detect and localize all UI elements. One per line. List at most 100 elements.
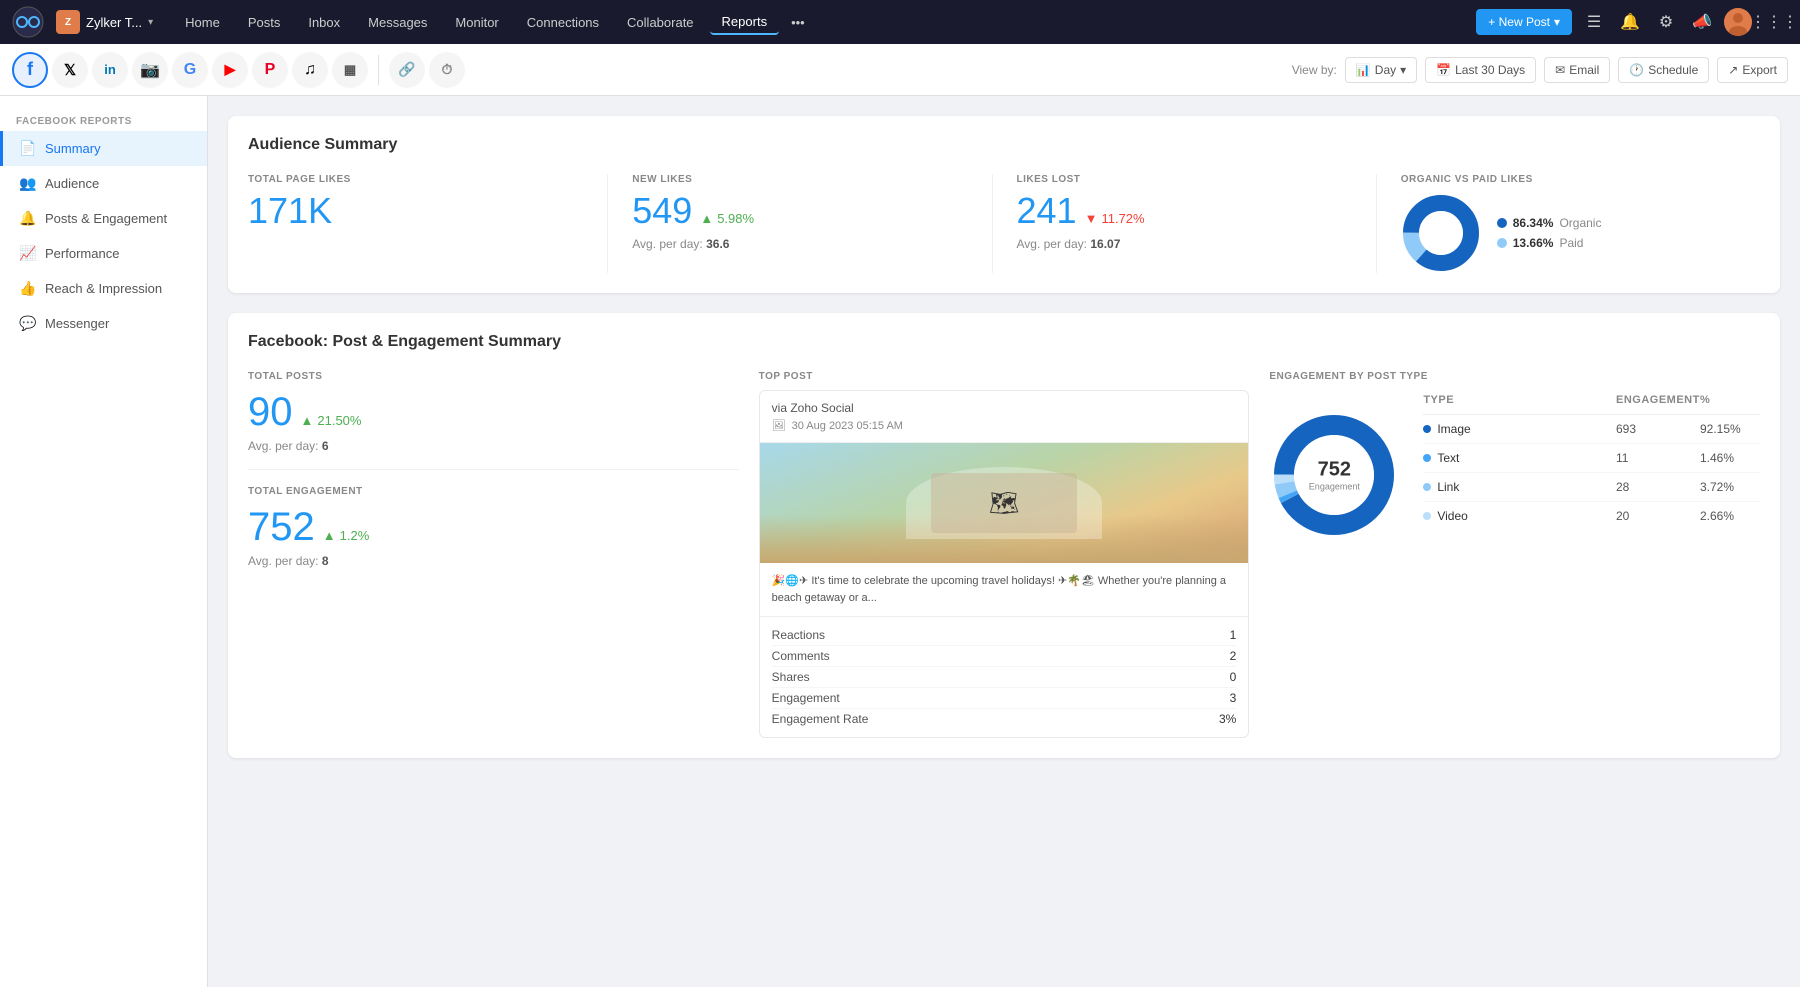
total-posts-value: 90 [248, 390, 293, 435]
buffer-icon[interactable]: ▦ [332, 52, 368, 88]
sidebar-section-label: FACEBOOK REPORTS [0, 108, 207, 131]
organic-paid-donut [1401, 193, 1481, 273]
settings-icon[interactable]: ⚙ [1652, 8, 1680, 36]
tiktok-icon[interactable]: ♫ [292, 52, 328, 88]
top-post-card[interactable]: via Zoho Social 🖼 30 Aug 2023 05:15 AM [759, 390, 1250, 738]
total-posts-label: TOTAL POSTS [248, 371, 739, 382]
total-posts-change: ▲ 21.50% [301, 413, 362, 428]
total-page-likes-metric: TOTAL PAGE LIKES 171K [248, 174, 608, 273]
type-row-video: Video 20 2.66% [1423, 502, 1760, 530]
organic-legend-item: 86.34% Organic [1497, 216, 1602, 230]
youtube-icon[interactable]: ▶ [212, 52, 248, 88]
sidebar-item-performance[interactable]: 📈 Performance [0, 236, 207, 271]
text-type-dot [1423, 454, 1431, 462]
reactions-value: 1 [1230, 628, 1237, 642]
total-posts-stat: TOTAL POSTS 90 ▲ 21.50% Avg. per day: 6 [248, 371, 739, 470]
main-content: Audience Summary TOTAL PAGE LIKES 171K N… [208, 96, 1800, 987]
calendar-icon: 📅 [1436, 63, 1451, 77]
post-engagement-grid: TOTAL POSTS 90 ▲ 21.50% Avg. per day: 6 [248, 371, 1760, 738]
export-button[interactable]: ↗ Export [1717, 57, 1788, 83]
main-layout: FACEBOOK REPORTS 📄 Summary 👥 Audience 🔔 … [0, 96, 1800, 987]
reactions-label: Reactions [772, 628, 825, 642]
nav-inbox[interactable]: Inbox [296, 11, 352, 34]
engagement-type-label: ENGAGEMENT BY POST TYPE [1269, 371, 1760, 382]
paid-dot [1497, 238, 1507, 248]
nav-messages[interactable]: Messages [356, 11, 439, 34]
nav-more-button[interactable]: ••• [783, 11, 813, 34]
audience-summary-card: Audience Summary TOTAL PAGE LIKES 171K N… [228, 116, 1780, 293]
audience-summary-title: Audience Summary [248, 136, 1760, 154]
document-icon: 📄 [19, 140, 37, 157]
engagement-type-column: ENGAGEMENT BY POST TYPE [1269, 371, 1760, 738]
organic-dot [1497, 218, 1507, 228]
top-post-header: via Zoho Social 🖼 30 Aug 2023 05:15 AM [760, 391, 1249, 443]
engagement-rate-label: Engagement Rate [772, 712, 869, 726]
notifications-icon[interactable]: 🔔 [1616, 8, 1644, 36]
grid-apps-icon[interactable]: ⋮⋮⋮ [1760, 8, 1788, 36]
nav-home[interactable]: Home [173, 11, 232, 34]
up-arrow-icon2: ▲ [323, 528, 336, 543]
google-icon[interactable]: G [172, 52, 208, 88]
sidebar-item-audience[interactable]: 👥 Audience [0, 166, 207, 201]
likes-lost-metric: LIKES LOST 241 ▼ 11.72% Avg. per day: 16… [993, 174, 1377, 273]
email-button[interactable]: ✉ Email [1544, 57, 1610, 83]
shares-row: Shares 0 [772, 667, 1237, 688]
sidebar-item-reach-impression[interactable]: 👍 Reach & Impression [0, 271, 207, 306]
divider [378, 55, 379, 85]
nav-collaborate[interactable]: Collaborate [615, 11, 706, 34]
linkedin-icon[interactable]: in [92, 52, 128, 88]
sidebar-item-messenger[interactable]: 💬 Messenger [0, 306, 207, 341]
sidebar-item-posts-engagement[interactable]: 🔔 Posts & Engagement [0, 201, 207, 236]
video-type-dot [1423, 512, 1431, 520]
nav-monitor[interactable]: Monitor [443, 11, 510, 34]
image-type-dot [1423, 425, 1431, 433]
export-icon: ↗ [1728, 63, 1738, 77]
nav-posts[interactable]: Posts [236, 11, 293, 34]
schedule-button[interactable]: 🕐 Schedule [1618, 57, 1709, 83]
facebook-icon[interactable]: f [12, 52, 48, 88]
pinterest-icon[interactable]: P [252, 52, 288, 88]
twitter-icon[interactable]: 𝕏 [52, 52, 88, 88]
engagement-rate-value: 3% [1219, 712, 1236, 726]
total-page-likes-label: TOTAL PAGE LIKES [248, 174, 583, 185]
nav-connections[interactable]: Connections [515, 11, 611, 34]
likes-lost-label: LIKES LOST [1017, 174, 1352, 185]
chart-line-icon: 📈 [19, 245, 37, 262]
engagement-rate-row: Engagement Rate 3% [772, 709, 1237, 729]
engagement-stats-list: Reactions 1 Comments 2 Shares 0 [760, 617, 1249, 737]
avatar[interactable] [1724, 8, 1752, 36]
link-type-dot [1423, 483, 1431, 491]
new-likes-change: ▲ 5.98% [700, 211, 754, 226]
post-engagement-title: Facebook: Post & Engagement Summary [248, 333, 1760, 351]
donut-center: 752 Engagement [1309, 459, 1360, 492]
new-post-button[interactable]: + New Post ▾ [1476, 9, 1572, 35]
type-row-image: Image 693 92.15% [1423, 415, 1760, 444]
timer-icon[interactable]: ⏱ [429, 52, 465, 88]
date-range-button[interactable]: 📅 Last 30 Days [1425, 57, 1536, 83]
image-icon: 🖼 [772, 419, 786, 432]
comments-row: Comments 2 [772, 646, 1237, 667]
top-post-section-label: TOP POST [759, 371, 1250, 382]
email-icon: ✉ [1555, 63, 1565, 77]
new-likes-label: NEW LIKES [632, 174, 967, 185]
app-logo[interactable] [12, 6, 44, 38]
instagram-icon[interactable]: 📷 [132, 52, 168, 88]
sidebar: FACEBOOK REPORTS 📄 Summary 👥 Audience 🔔 … [0, 96, 208, 987]
day-view-button[interactable]: 📊 Day ▾ [1345, 57, 1417, 83]
sidebar-item-summary[interactable]: 📄 Summary [0, 131, 207, 166]
menu-icon[interactable]: ☰ [1580, 8, 1608, 36]
post-engagement-card: Facebook: Post & Engagement Summary TOTA… [228, 313, 1780, 758]
engagement-type-section: 752 Engagement TYPE ENGAGEMENT % [1269, 390, 1760, 540]
engagement-value: 3 [1230, 691, 1237, 705]
megaphone-icon[interactable]: 📣 [1688, 8, 1716, 36]
audience-metrics-row: TOTAL PAGE LIKES 171K NEW LIKES 549 ▲ 5.… [248, 174, 1760, 273]
shares-label: Shares [772, 670, 810, 684]
engagement-row: Engagement 3 [772, 688, 1237, 709]
top-post-image: 🗺 [760, 443, 1249, 563]
total-engagement-value: 752 [248, 505, 315, 550]
top-post-text: 🎉🌐✈ It's time to celebrate the upcoming … [760, 563, 1249, 617]
link-icon[interactable]: 🔗 [389, 52, 425, 88]
total-engagement-stat: TOTAL ENGAGEMENT 752 ▲ 1.2% Avg. per day… [248, 486, 739, 584]
nav-reports[interactable]: Reports [710, 10, 780, 35]
brand-name[interactable]: Z Zylker T... ▾ [56, 10, 153, 34]
